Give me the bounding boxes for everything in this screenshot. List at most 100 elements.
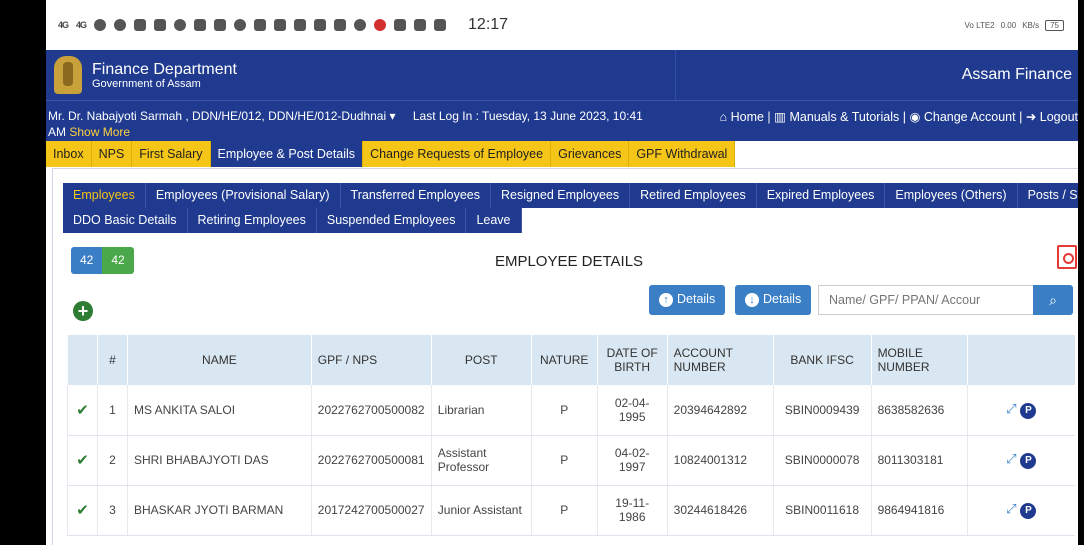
- header-ifsc: BANK IFSC: [772, 335, 872, 385]
- tab-gpf-withdrawal[interactable]: GPF Withdrawal: [629, 141, 736, 167]
- caret-down-icon[interactable]: ▾: [389, 109, 395, 123]
- tab-inbox[interactable]: Inbox: [46, 141, 92, 167]
- department-subtitle: Government of Assam: [92, 77, 201, 90]
- app-content: 4G 4G 12:17 Vo LTE2 0.00 KB/s 75 Finance…: [46, 0, 1078, 545]
- manuals-link[interactable]: Manuals & Tutorials: [789, 110, 899, 124]
- search-button[interactable]: ⌕: [1033, 285, 1073, 315]
- clock: 12:17: [468, 16, 509, 33]
- cell-actions: ⤢ P: [966, 485, 1075, 536]
- app-notification-icon: [394, 19, 407, 31]
- cell-dob: 02-04-1995: [596, 385, 668, 436]
- table-header-row: # NAME GPF / NPS POST NATURE DATE OF BIR…: [67, 335, 1075, 385]
- home-link[interactable]: Home: [731, 110, 764, 124]
- table-row[interactable]: ✔ 2 SHRI BHABAJYOTI DAS 2022762700500081…: [67, 435, 1075, 486]
- header-name: NAME: [126, 335, 312, 385]
- upload-details-button[interactable]: ↑ Details: [649, 285, 726, 315]
- signal2-text: 4G: [76, 20, 87, 30]
- tab-change-requests[interactable]: Change Requests of Employee: [363, 141, 552, 167]
- jio-icon: [374, 19, 387, 31]
- screen: 4G 4G 12:17 Vo LTE2 0.00 KB/s 75 Finance…: [0, 0, 1084, 545]
- check-icon: ✔: [67, 435, 98, 486]
- tab-grievances[interactable]: Grievances: [551, 141, 630, 167]
- network-type: Vo LTE2: [964, 20, 995, 30]
- subtab-employees-provisional[interactable]: Employees (Provisional Salary): [145, 183, 341, 208]
- subtab-retired[interactable]: Retired Employees: [630, 183, 757, 208]
- top-links: ⌂ Home | ▥ Manuals & Tutorials | ◉ Chang…: [720, 109, 1078, 124]
- app-notification-icon: [314, 19, 327, 31]
- subtab-ddo-basic[interactable]: DDO Basic Details: [63, 208, 188, 233]
- app-notification-icon: [334, 19, 347, 31]
- p-circle-icon[interactable]: P: [1020, 402, 1037, 419]
- cell-name: SHRI BHABAJYOTI DAS: [126, 435, 312, 486]
- p-circle-icon[interactable]: P: [1020, 453, 1037, 469]
- pdf-icon[interactable]: [1057, 245, 1077, 269]
- employee-search-input[interactable]: [818, 285, 1034, 315]
- download-details-label: Details: [763, 292, 802, 306]
- separator: |: [1019, 110, 1026, 124]
- sub-tabs-row-1: Employees Employees (Provisional Salary)…: [63, 183, 1078, 208]
- cell-nature: P: [530, 485, 598, 536]
- subtab-transferred[interactable]: Transferred Employees: [340, 183, 491, 208]
- department-title: Finance Department: [92, 60, 237, 78]
- site-header: Finance Department Government of Assam A…: [46, 50, 1078, 100]
- app-notification-icon: [134, 19, 147, 31]
- tab-first-salary[interactable]: First Salary: [132, 141, 211, 167]
- header-mobile: MOBILE NUMBER: [870, 335, 968, 385]
- network-rate: 0.00: [1000, 20, 1017, 30]
- app-name: Assam Finance: [961, 66, 1072, 83]
- user-name: Mr. Dr. Nabajyoti Sarmah , DDN/HE/012, D…: [48, 109, 387, 123]
- cell-gpf: 2022762700500081: [310, 435, 432, 486]
- tab-employee-post-details[interactable]: Employee & Post Details: [210, 141, 364, 167]
- show-more-link[interactable]: Show More: [69, 125, 130, 139]
- header-actions: [966, 335, 1075, 385]
- cell-ifsc: SBIN0011618: [772, 485, 872, 536]
- subtab-expired[interactable]: Expired Employees: [756, 183, 886, 208]
- search-icon: ⌕: [1049, 292, 1057, 308]
- download-details-button[interactable]: ↓ Details: [735, 285, 812, 315]
- logout-icon: ➜: [1025, 110, 1040, 124]
- assam-emblem-logo: [54, 56, 82, 94]
- subtab-suspended[interactable]: Suspended Employees: [316, 208, 467, 233]
- user-bar: Mr. Dr. Nabajyoti Sarmah , DDN/HE/012, D…: [46, 100, 1078, 141]
- subtab-employees[interactable]: Employees: [63, 183, 146, 208]
- expand-icon[interactable]: ⤢: [1006, 451, 1016, 467]
- table-row[interactable]: ✔ 1 MS ANKITA SALOI 2022762700500082 Lib…: [67, 385, 1075, 436]
- cell-post: Librarian: [430, 385, 532, 436]
- header-post: POST: [430, 335, 532, 385]
- header-status: [67, 335, 98, 385]
- app-notification-icon: [414, 19, 427, 31]
- cell-gpf: 2017242700500027: [310, 485, 432, 536]
- add-employee-button[interactable]: +: [73, 301, 93, 321]
- p-circle-icon[interactable]: P: [1020, 503, 1037, 519]
- change-account-link[interactable]: Change Account: [924, 110, 1016, 124]
- cell-sl: 2: [96, 435, 128, 486]
- main-tabs: Inbox NPS First Salary Employee & Post D…: [46, 141, 1078, 167]
- subtab-retiring[interactable]: Retiring Employees: [187, 208, 317, 233]
- subtab-resigned[interactable]: Resigned Employees: [490, 183, 631, 208]
- right-black-border: [1078, 0, 1084, 545]
- expand-icon[interactable]: ⤢: [1006, 401, 1016, 417]
- show-more-row: AM Show More: [48, 125, 130, 139]
- header-sl: #: [96, 335, 128, 385]
- cell-mobile: 8011303181: [870, 435, 968, 486]
- network-unit: KB/s: [1022, 20, 1040, 30]
- content-panel: Employees Employees (Provisional Salary)…: [52, 168, 1078, 545]
- tab-nps[interactable]: NPS: [91, 141, 133, 167]
- employee-table: # NAME GPF / NPS POST NATURE DATE OF BIR…: [67, 335, 1075, 536]
- subtab-posts-services[interactable]: Posts / Services: [1017, 183, 1078, 208]
- app-notification-icon: [294, 19, 307, 31]
- notification-icon: [94, 19, 107, 31]
- cell-post: Assistant Professor: [430, 435, 532, 486]
- app-notification-icon: [254, 19, 267, 31]
- subtab-others[interactable]: Employees (Others): [885, 183, 1018, 208]
- expand-icon[interactable]: ⤢: [1006, 501, 1016, 517]
- app-notification-icon: [174, 19, 187, 31]
- cell-account: 30244618426: [666, 485, 774, 536]
- battery-icon: 75: [1045, 19, 1064, 31]
- cell-account: 20394642892: [666, 385, 774, 436]
- subtab-leave[interactable]: Leave: [466, 208, 522, 233]
- app-notification-icon: [234, 19, 247, 31]
- table-row[interactable]: ✔ 3 BHASKAR JYOTI BARMAN 201724270050002…: [67, 485, 1075, 536]
- upload-details-label: Details: [677, 292, 716, 306]
- logout-link[interactable]: Logout: [1040, 110, 1078, 124]
